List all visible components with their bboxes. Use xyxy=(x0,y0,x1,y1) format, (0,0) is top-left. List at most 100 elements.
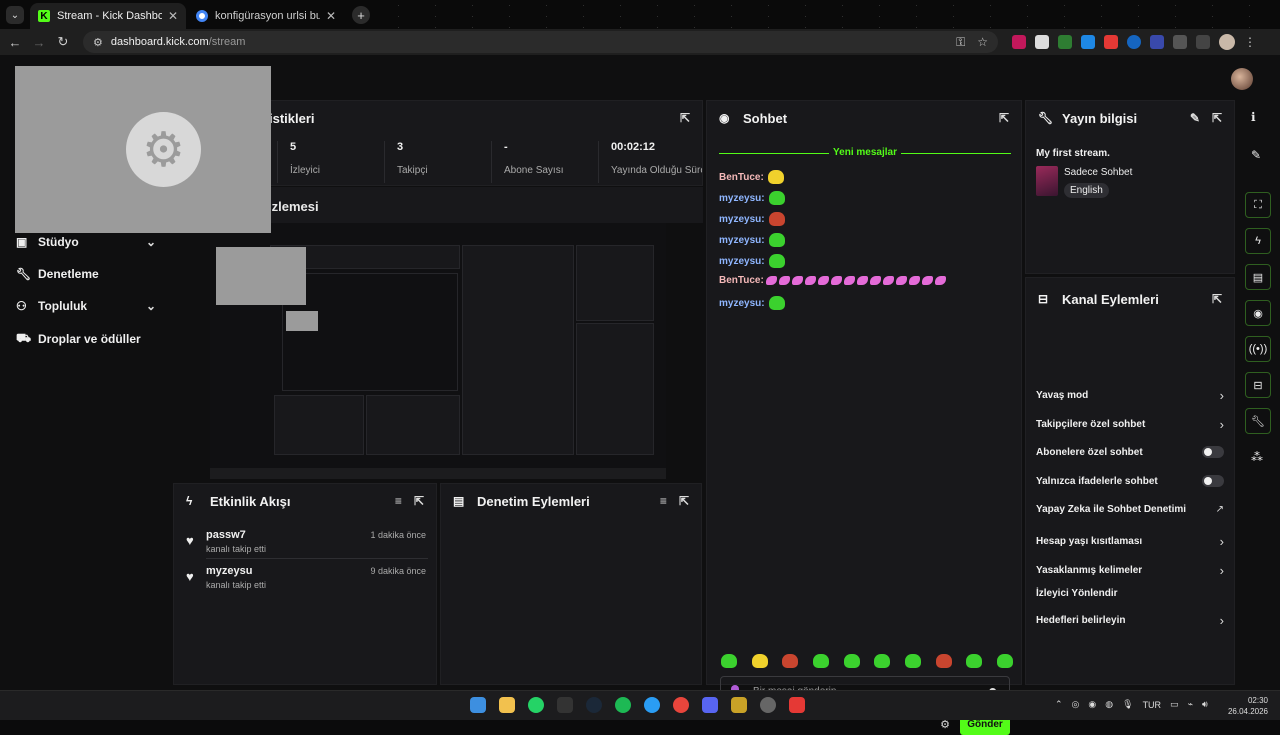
pencil-icon[interactable]: ✎ xyxy=(1251,148,1261,162)
address-bar[interactable]: ⚙ dashboard.kick.com /stream ⚿ ☆ xyxy=(83,31,998,53)
taskbar-clock[interactable]: 02:30 26.04.2026 xyxy=(1228,695,1268,717)
channel-action-item[interactable]: Yalnızca ifadelerle sohbet xyxy=(1036,475,1224,487)
emote-icon[interactable] xyxy=(782,654,799,668)
floating-video-overlay[interactable]: ⚙ xyxy=(15,66,271,233)
password-key-icon[interactable]: ⚿ xyxy=(956,35,965,50)
epic-games-icon[interactable] xyxy=(557,697,573,713)
app-icon[interactable] xyxy=(789,697,805,713)
emote-icon[interactable] xyxy=(904,654,921,668)
document-icon[interactable]: ▤ xyxy=(1245,264,1271,290)
extension-icon[interactable] xyxy=(1150,35,1164,49)
popout-icon[interactable]: ⇱ xyxy=(999,111,1009,125)
sidebar-item-community[interactable]: ⚇ Topluluk ⌄ xyxy=(16,299,156,313)
discord-icon[interactable] xyxy=(702,697,718,713)
emote-icon[interactable] xyxy=(812,654,829,668)
extension-icon[interactable] xyxy=(1127,35,1141,49)
filter-icon[interactable]: ≡ xyxy=(395,494,402,508)
volume-icon[interactable]: 🔊︎ xyxy=(1202,699,1208,710)
whatsapp-icon[interactable] xyxy=(528,697,544,713)
close-icon[interactable]: ✕ xyxy=(168,9,178,23)
file-explorer-icon[interactable] xyxy=(499,697,515,713)
popout-icon[interactable]: ⇱ xyxy=(414,494,424,508)
fullscreen-icon[interactable]: ⛶ xyxy=(1245,192,1271,218)
language-indicator[interactable]: TUR xyxy=(1143,700,1162,710)
emote-icon[interactable] xyxy=(996,654,1013,668)
edge-icon[interactable] xyxy=(644,697,660,713)
emote-icon[interactable] xyxy=(874,654,891,668)
emote-icon[interactable] xyxy=(966,654,983,668)
channel-action-item[interactable]: Hedefleri belirleyin › xyxy=(1036,613,1224,628)
wrench-icon[interactable]: 🔧︎ xyxy=(1245,408,1271,434)
app-icon[interactable] xyxy=(731,697,747,713)
chat-username[interactable]: myzeysu: xyxy=(719,256,765,267)
network-icon[interactable]: ⌁ xyxy=(1188,699,1193,710)
steam-tray-icon[interactable]: ◉ xyxy=(1088,699,1096,710)
filter-icon[interactable]: ≡ xyxy=(660,494,667,508)
forward-button[interactable]: → xyxy=(27,35,51,50)
sidebar-item-drops[interactable]: ⛟ Droplar ve ödüller xyxy=(16,331,156,347)
more-icon[interactable]: ⁂ xyxy=(1251,450,1263,464)
emote-icon[interactable] xyxy=(751,654,768,668)
bookmark-star-icon[interactable]: ☆ xyxy=(977,35,988,49)
extension-icon[interactable] xyxy=(1058,35,1072,49)
lightning-icon[interactable]: ϟ xyxy=(1245,228,1271,254)
emote-icon[interactable] xyxy=(843,654,860,668)
tray-app-icon[interactable]: ◎ xyxy=(1072,699,1080,710)
steam-icon[interactable] xyxy=(586,697,602,713)
popout-icon[interactable]: ⇱ xyxy=(1212,292,1222,306)
site-info-icon[interactable]: ⚙ xyxy=(93,36,103,49)
monitor-icon[interactable]: ▭ xyxy=(1170,699,1179,710)
tray-app-icon[interactable]: ◍ xyxy=(1105,699,1113,710)
toggle-switch[interactable] xyxy=(1202,446,1224,458)
stream-preview-video[interactable] xyxy=(210,223,666,479)
media-icon[interactable] xyxy=(1196,35,1210,49)
user-avatar[interactable] xyxy=(1231,68,1253,90)
back-button[interactable]: ← xyxy=(3,35,27,50)
tab-search-button[interactable]: ⌄ xyxy=(6,6,24,24)
info-icon[interactable]: ℹ xyxy=(1251,110,1256,124)
sidebar-item-studio[interactable]: ▣ Stüdyo ⌄ xyxy=(16,235,156,249)
spotify-icon[interactable] xyxy=(615,697,631,713)
windows-start-icon[interactable] xyxy=(470,697,486,713)
tab-kick-dashboard[interactable]: K Stream - Kick Dashboard ✕ xyxy=(30,3,186,29)
app-icon[interactable] xyxy=(760,697,776,713)
reload-button[interactable]: ↻ xyxy=(51,34,75,50)
chat-username[interactable]: myzeysu: xyxy=(719,214,765,225)
event-user[interactable]: myzeysu xyxy=(206,565,252,577)
chat-username[interactable]: myzeysu: xyxy=(719,235,765,246)
channel-action-item[interactable]: Yavaş mod › xyxy=(1036,388,1224,403)
extension-icon[interactable] xyxy=(1104,35,1118,49)
event-user[interactable]: passw7 xyxy=(206,529,246,541)
extension-icon[interactable] xyxy=(1081,35,1095,49)
chat-bubble-icon[interactable]: ◉ xyxy=(1245,300,1271,326)
channel-action-item[interactable]: Takipçilere özel sohbet › xyxy=(1036,417,1224,432)
emote-icon[interactable] xyxy=(721,654,737,668)
tab-google-search[interactable]: konfigürasyon urlsi bulunamadı ✕ xyxy=(188,3,344,29)
chat-username[interactable]: BenTuce: xyxy=(719,172,764,183)
channel-actions-icon[interactable]: ⊟ xyxy=(1245,372,1271,398)
microphone-icon[interactable]: 🎙︎ xyxy=(1122,699,1133,710)
chat-username[interactable]: myzeysu: xyxy=(719,298,765,309)
popout-icon[interactable]: ⇱ xyxy=(680,111,690,125)
chat-username[interactable]: BenTuce: xyxy=(719,275,764,286)
broadcast-icon[interactable]: ((•)) xyxy=(1245,336,1271,362)
channel-action-item[interactable]: Yasaklanmış kelimeler › xyxy=(1036,563,1224,578)
channel-action-item[interactable]: Yapay Zeka ile Sohbet Denetimi ↗ xyxy=(1036,504,1224,515)
profile-avatar[interactable] xyxy=(1219,34,1235,50)
toggle-switch[interactable] xyxy=(1202,475,1224,487)
chat-username[interactable]: myzeysu: xyxy=(719,193,765,204)
close-icon[interactable]: ✕ xyxy=(326,9,336,23)
puzzle-icon[interactable] xyxy=(1173,35,1187,49)
popout-icon[interactable]: ⇱ xyxy=(1212,111,1222,125)
emote-icon[interactable] xyxy=(935,654,952,668)
channel-action-item[interactable]: Abonelere özel sohbet xyxy=(1036,446,1224,458)
channel-action-item[interactable]: Hesap yaşı kısıtlaması › xyxy=(1036,534,1224,549)
extension-icon[interactable] xyxy=(1035,35,1049,49)
chrome-icon[interactable] xyxy=(673,697,689,713)
sidebar-item-moderation[interactable]: 🔧︎ Denetleme xyxy=(16,267,156,281)
channel-action-item[interactable]: İzleyici Yönlendir xyxy=(1036,588,1224,599)
pencil-icon[interactable]: ✎ xyxy=(1190,111,1200,125)
popout-icon[interactable]: ⇱ xyxy=(679,494,689,508)
extension-icon[interactable] xyxy=(1012,35,1026,49)
menu-dots-icon[interactable]: ⋮ xyxy=(1244,35,1256,49)
